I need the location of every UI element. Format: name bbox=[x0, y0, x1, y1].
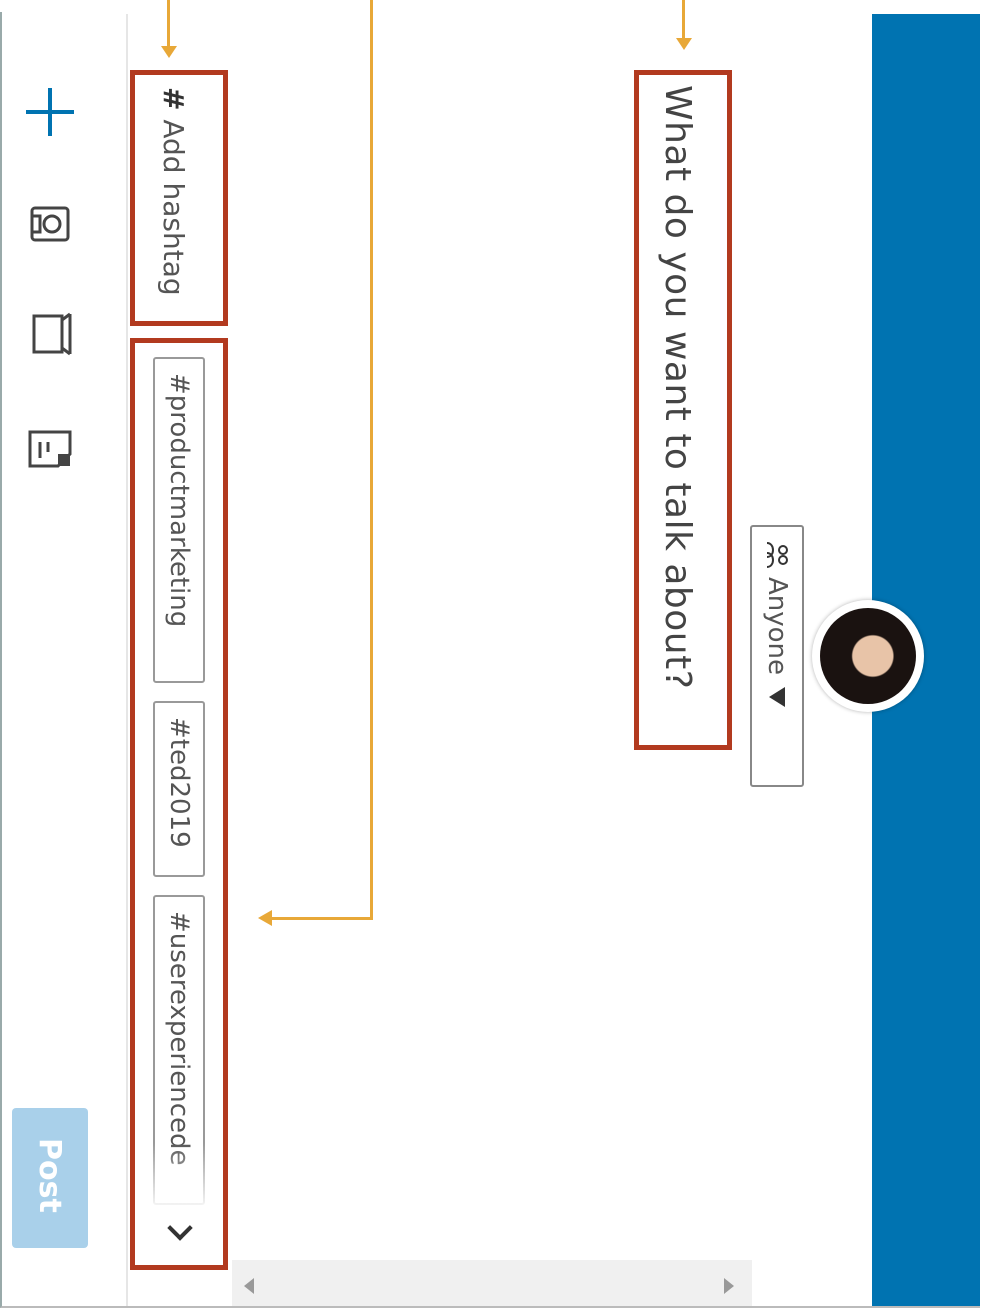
chevron-right-icon[interactable] bbox=[165, 1211, 195, 1251]
avatar bbox=[812, 600, 924, 712]
hashtag-suggestions: #productmarketing #ted2019 #userexperien… bbox=[130, 338, 228, 1270]
post-button[interactable]: Post bbox=[12, 1108, 88, 1248]
toolbar-divider bbox=[126, 14, 128, 1306]
plus-icon[interactable] bbox=[22, 84, 78, 140]
callout-line-hashtag bbox=[167, 0, 170, 48]
scroll-right-icon[interactable] bbox=[724, 1278, 734, 1294]
scroll-left-icon[interactable] bbox=[244, 1278, 254, 1294]
add-hashtag-button[interactable]: # Add hashtag bbox=[130, 70, 228, 326]
hashtag-chip[interactable]: #ted2019 bbox=[153, 701, 205, 877]
video-icon[interactable] bbox=[22, 306, 78, 362]
hashtag-chip[interactable]: #userexperiencede bbox=[153, 895, 205, 1205]
callout-line-suggestions bbox=[270, 917, 373, 920]
audience-selector-button[interactable]: Anyone bbox=[750, 525, 804, 787]
profile-photo bbox=[820, 608, 916, 704]
callout-arrowhead bbox=[258, 910, 272, 926]
caret-down-icon bbox=[769, 687, 785, 708]
hashtag-chip-label: #productmarketing bbox=[164, 373, 194, 628]
horizontal-scrollbar[interactable] bbox=[232, 1260, 752, 1306]
people-icon bbox=[766, 542, 788, 568]
add-hashtag-label: # Add hashtag bbox=[157, 87, 190, 296]
post-placeholder: What do you want to talk about? bbox=[657, 85, 698, 690]
add-hashtag-text: Add hashtag bbox=[157, 119, 190, 296]
hash-icon: # bbox=[157, 87, 190, 111]
audience-label: Anyone bbox=[762, 577, 792, 676]
callout-arrowhead bbox=[676, 38, 692, 50]
document-icon[interactable] bbox=[22, 418, 78, 474]
hashtag-chip-label: #userexperiencede bbox=[164, 911, 194, 1166]
callout-arrowhead bbox=[161, 46, 177, 58]
hashtag-chip-label: #ted2019 bbox=[164, 717, 194, 848]
callout-line-suggestions bbox=[370, 0, 373, 920]
callout-line-prompt bbox=[682, 0, 685, 40]
hashtag-chip[interactable]: #productmarketing bbox=[153, 357, 205, 683]
post-button-label: Post bbox=[32, 1138, 67, 1213]
post-text-input[interactable]: What do you want to talk about? bbox=[634, 70, 732, 750]
camera-icon[interactable] bbox=[22, 196, 78, 252]
